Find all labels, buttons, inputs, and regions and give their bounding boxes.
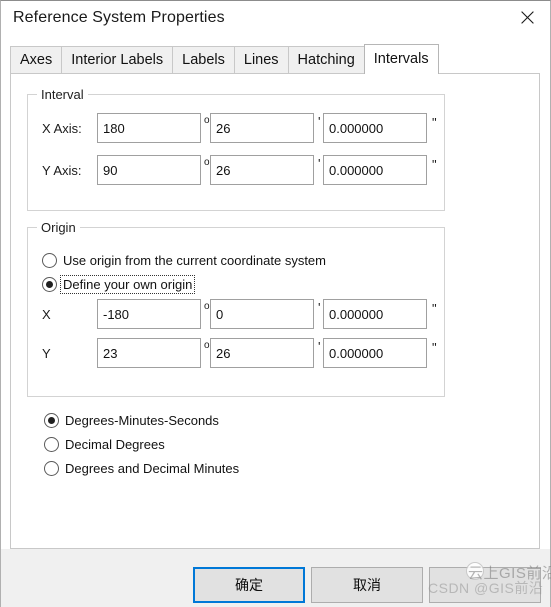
radio-circle-icon: [44, 460, 59, 476]
tab-interior-labels[interactable]: Interior Labels: [61, 46, 174, 74]
tab-intervals[interactable]: Intervals: [363, 44, 439, 74]
minutes-symbol: ': [318, 300, 321, 315]
radio-circle-selected-icon: [44, 412, 59, 428]
origin-y-minutes-input[interactable]: [210, 338, 314, 368]
radio-define-own-origin[interactable]: Define your own origin: [42, 274, 196, 294]
interval-row-x: X Axis: o ' ": [28, 113, 444, 143]
origin-row-y: Y o ' ": [28, 338, 444, 368]
apply-button[interactable]: [429, 567, 541, 603]
interval-row-y: Y Axis: o ' ": [28, 155, 444, 185]
interval-x-label: X Axis:: [42, 121, 82, 136]
minutes-symbol: ': [318, 156, 321, 171]
origin-x-degrees-input[interactable]: [97, 299, 201, 329]
origin-x-label: X: [42, 307, 51, 322]
origin-y-label: Y: [42, 346, 51, 361]
interval-y-degrees-input[interactable]: [97, 155, 201, 185]
group-origin-title: Origin: [37, 220, 80, 235]
radio-decimal-degrees-label: Decimal Degrees: [65, 436, 165, 452]
tab-strip: Axes Interior Labels Labels Lines Hatchi…: [10, 44, 439, 74]
cancel-button[interactable]: 取消: [311, 567, 423, 603]
tab-panel-intervals: Interval X Axis: o ' " Y Axis: o ' ": [10, 73, 540, 549]
interval-y-minutes-input[interactable]: [210, 155, 314, 185]
degrees-symbol: o: [204, 340, 210, 351]
seconds-symbol: ": [432, 157, 437, 172]
ok-button[interactable]: 确定: [193, 567, 305, 603]
degrees-symbol: o: [204, 157, 210, 168]
radio-use-current-origin[interactable]: Use origin from the current coordinate s…: [42, 250, 328, 270]
interval-x-minutes-input[interactable]: [210, 113, 314, 143]
radio-use-current-origin-label: Use origin from the current coordinate s…: [63, 252, 326, 268]
interval-y-label: Y Axis:: [42, 163, 82, 178]
radio-degrees-decimal-minutes-label: Degrees and Decimal Minutes: [65, 460, 240, 476]
group-interval-title: Interval: [37, 87, 88, 102]
seconds-symbol: ": [432, 301, 437, 316]
title-bar: Reference System Properties: [1, 1, 550, 41]
minutes-symbol: ': [318, 339, 321, 354]
tab-labels[interactable]: Labels: [172, 46, 235, 74]
close-icon[interactable]: [505, 1, 550, 33]
radio-circle-icon: [42, 252, 57, 268]
degrees-symbol: o: [204, 115, 210, 126]
minutes-symbol: ': [318, 114, 321, 129]
group-origin: Origin Use origin from the current coord…: [27, 220, 445, 397]
tab-hatching[interactable]: Hatching: [287, 46, 365, 74]
radio-degrees-decimal-minutes[interactable]: Degrees and Decimal Minutes: [44, 458, 241, 478]
seconds-symbol: ": [432, 340, 437, 355]
window-title: Reference System Properties: [13, 9, 225, 26]
origin-y-seconds-input[interactable]: [323, 338, 427, 368]
radio-define-own-origin-label: Define your own origin: [59, 274, 196, 294]
interval-x-seconds-input[interactable]: [323, 113, 427, 143]
origin-row-x: X o ' ": [28, 299, 444, 329]
interval-y-seconds-input[interactable]: [323, 155, 427, 185]
radio-circle-icon: [44, 436, 59, 452]
radio-decimal-degrees[interactable]: Decimal Degrees: [44, 434, 167, 454]
group-interval: Interval X Axis: o ' " Y Axis: o ' ": [27, 87, 445, 211]
origin-x-seconds-input[interactable]: [323, 299, 427, 329]
seconds-symbol: ": [432, 115, 437, 130]
origin-y-degrees-input[interactable]: [97, 338, 201, 368]
radio-circle-selected-icon: [42, 276, 57, 292]
tab-axes[interactable]: Axes: [10, 46, 63, 74]
interval-x-degrees-input[interactable]: [97, 113, 201, 143]
tab-lines[interactable]: Lines: [233, 46, 289, 74]
origin-x-minutes-input[interactable]: [210, 299, 314, 329]
dialog-window: Reference System Properties Axes Interio…: [0, 0, 551, 607]
radio-degrees-minutes-seconds-label: Degrees-Minutes-Seconds: [65, 412, 219, 428]
radio-degrees-minutes-seconds[interactable]: Degrees-Minutes-Seconds: [44, 410, 221, 430]
degrees-symbol: o: [204, 301, 210, 312]
